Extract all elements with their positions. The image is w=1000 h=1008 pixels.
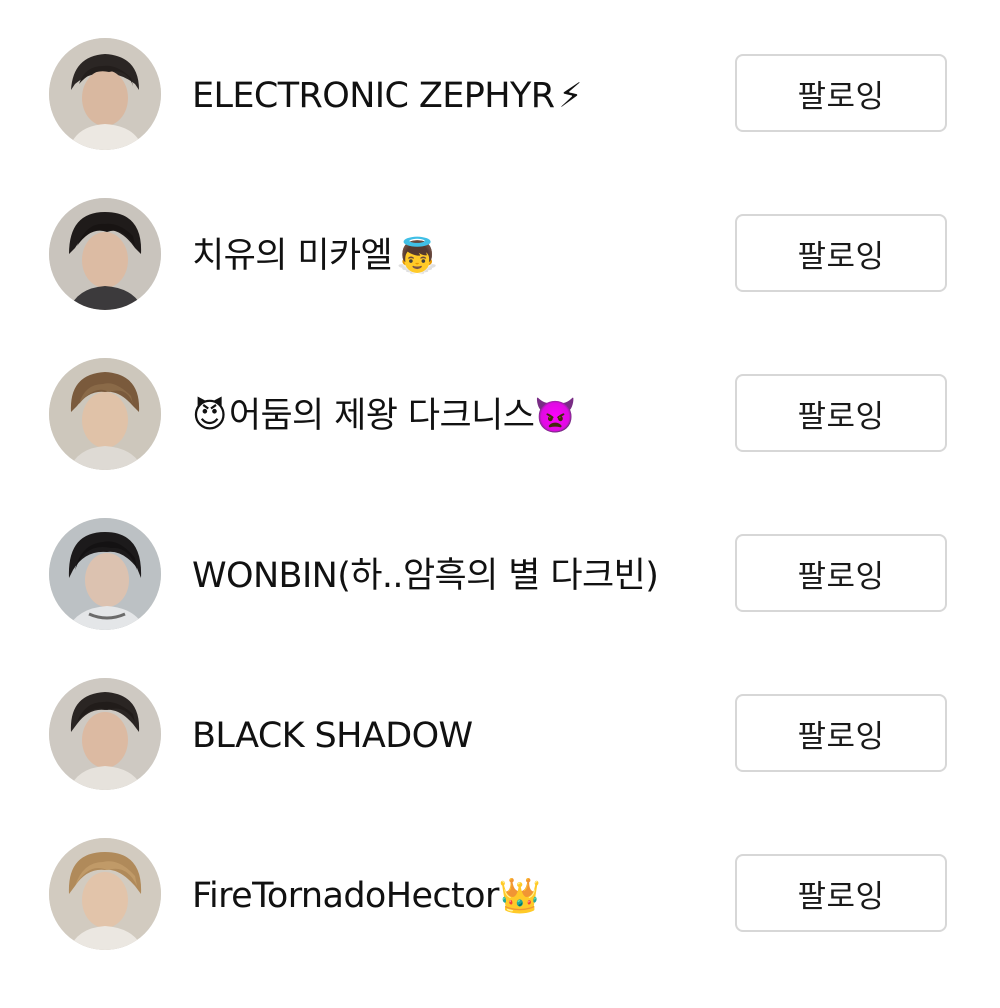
following-button-label: 팔로잉	[797, 398, 885, 435]
avatar[interactable]	[49, 678, 161, 790]
avatar[interactable]	[49, 838, 161, 950]
crown-emoji-icon: 👑	[498, 876, 541, 916]
following-button[interactable]: 팔로잉	[735, 534, 947, 612]
avatar[interactable]	[49, 358, 161, 470]
following-button-label: 팔로잉	[797, 78, 885, 115]
user-name-text: BLACK SHADOW	[192, 716, 473, 756]
angel-baby-emoji-icon: 👼	[396, 236, 438, 276]
list-item[interactable]: WONBIN(하..암흑의 별 다크빈) 팔로잉	[0, 480, 1000, 640]
following-list: ELECTRONIC ZEPHYR ⚡ 팔로잉 치유의 미카엘 👼 팔로잉 😈 …	[0, 0, 1000, 1008]
following-button[interactable]: 팔로잉	[735, 694, 947, 772]
following-button[interactable]: 팔로잉	[735, 374, 947, 452]
user-name-text: ELECTRONIC ZEPHYR	[192, 76, 555, 116]
smiling-devil-emoji-icon: 😈	[192, 396, 227, 436]
following-button[interactable]: 팔로잉	[735, 854, 947, 932]
list-item[interactable]: ELECTRONIC ZEPHYR ⚡ 팔로잉	[0, 0, 1000, 160]
list-item[interactable]: 치유의 미카엘 👼 팔로잉	[0, 160, 1000, 320]
user-name[interactable]: ELECTRONIC ZEPHYR ⚡	[192, 72, 582, 120]
lightning-emoji-icon: ⚡	[558, 76, 583, 116]
user-name[interactable]: 😈 어둠의 제왕 다크니스 👿	[192, 392, 577, 440]
avatar[interactable]	[49, 38, 161, 150]
person-photo-icon	[49, 198, 161, 310]
following-button-label: 팔로잉	[797, 558, 885, 595]
following-button-label: 팔로잉	[797, 238, 885, 275]
person-photo-icon	[49, 358, 161, 470]
person-photo-icon	[49, 838, 161, 950]
person-photo-icon	[49, 518, 161, 630]
list-item[interactable]: BLACK SHADOW 팔로잉	[0, 640, 1000, 800]
user-name-text: FireTornadoHector	[192, 876, 499, 916]
following-button-label: 팔로잉	[797, 878, 885, 915]
user-name[interactable]: FireTornadoHector 👑	[192, 872, 541, 920]
user-name-text: 어둠의 제왕 다크니스	[228, 396, 535, 436]
user-name[interactable]: BLACK SHADOW	[192, 712, 473, 760]
person-photo-icon	[49, 678, 161, 790]
following-button[interactable]: 팔로잉	[735, 214, 947, 292]
user-name-text: WONBIN(하..암흑의 별 다크빈)	[192, 556, 659, 596]
user-name[interactable]: 치유의 미카엘 👼	[192, 232, 438, 280]
list-item[interactable]: FireTornadoHector 👑 팔로잉	[0, 800, 1000, 960]
list-item[interactable]: 😈 어둠의 제왕 다크니스 👿 팔로잉	[0, 320, 1000, 480]
person-photo-icon	[49, 38, 161, 150]
user-name-text: 치유의 미카엘	[192, 236, 393, 276]
avatar[interactable]	[49, 518, 161, 630]
user-name[interactable]: WONBIN(하..암흑의 별 다크빈)	[192, 552, 659, 600]
following-button[interactable]: 팔로잉	[735, 54, 947, 132]
angry-devil-emoji-icon: 👿	[534, 396, 577, 436]
avatar[interactable]	[49, 198, 161, 310]
following-button-label: 팔로잉	[797, 718, 885, 755]
